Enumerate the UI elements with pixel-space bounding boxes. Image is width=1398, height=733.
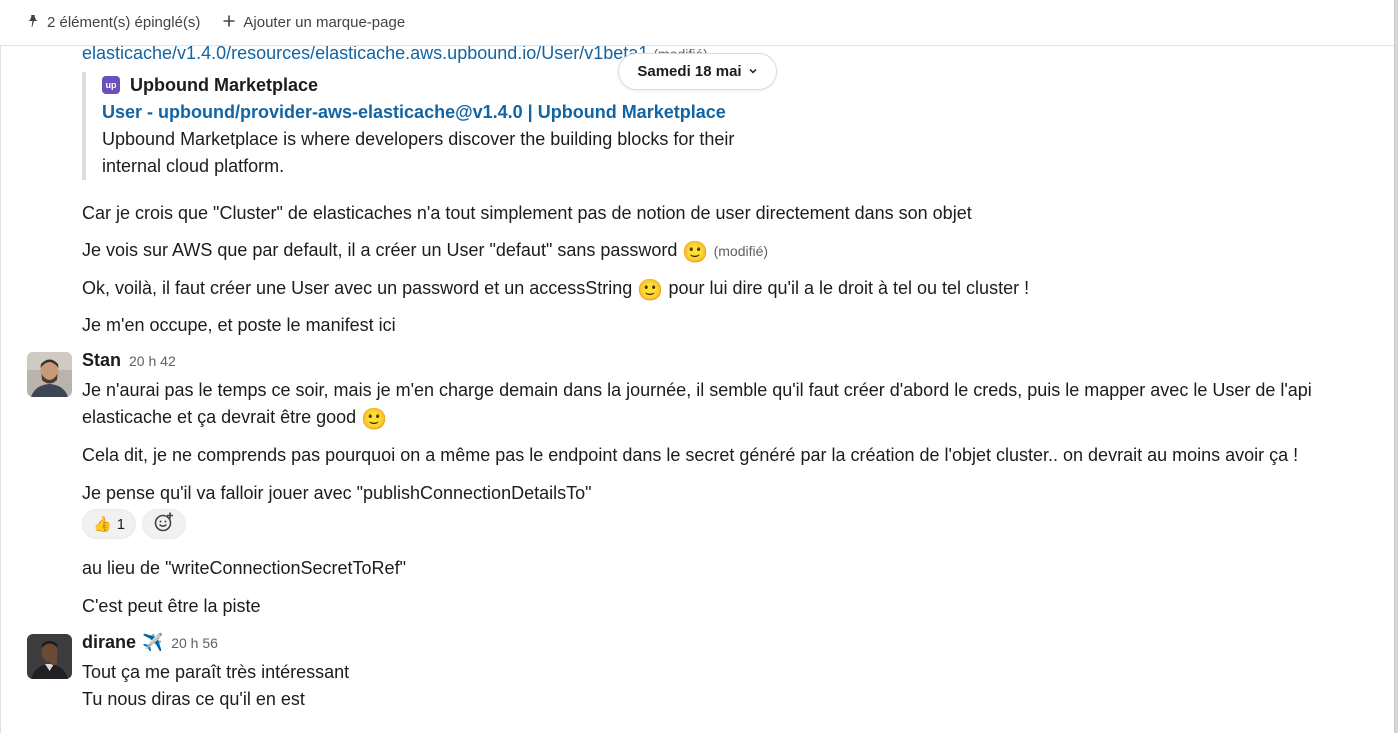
smile-emoji-icon: 🙂 <box>637 279 664 302</box>
message-line: Ok, voilà, il faut créer une User avec u… <box>82 275 1364 304</box>
message-header: dirane ✈️ 20 h 56 <box>82 632 218 653</box>
date-label: Samedi 18 mai <box>637 63 742 80</box>
message-timestamp[interactable]: 20 h 42 <box>129 353 176 369</box>
author-name[interactable]: dirane <box>82 632 136 653</box>
reactions-bar: 👍 1 <box>82 509 187 539</box>
message-line: Je pense qu'il va falloir jouer avec "pu… <box>82 483 592 503</box>
reaction-count: 1 <box>116 515 126 533</box>
message-line: Je vois sur AWS que par default, il a cr… <box>82 237 1364 266</box>
message-list: Samedi 18 mai elasticache/v1.4.0/resourc… <box>0 46 1394 733</box>
message-line: Je n'aurai pas le temps ce soir, mais je… <box>82 380 1312 400</box>
message-line: Car je crois que "Cluster" de elasticach… <box>82 203 972 223</box>
upbound-logo-icon: up <box>102 76 120 94</box>
message-link[interactable]: elasticache/v1.4.0/resources/elasticache… <box>82 46 708 67</box>
slack-channel-view: 2 élément(s) épinglé(s) Ajouter un marqu… <box>0 0 1398 733</box>
message-text: elasticache et ça devrait être good <box>82 407 357 427</box>
pinned-items-label: 2 élément(s) épinglé(s) <box>47 14 201 31</box>
avatar[interactable] <box>27 352 72 397</box>
link-text[interactable]: elasticache/v1.4.0/resources/elasticache… <box>82 46 648 63</box>
message-line: elasticache et ça devrait être good 🙂 <box>82 404 1364 433</box>
scrollbar[interactable] <box>1394 0 1398 733</box>
link-preview-site: Upbound Marketplace <box>130 74 319 95</box>
bookmark-bar: 2 élément(s) épinglé(s) Ajouter un marqu… <box>0 0 1394 46</box>
add-reaction-button[interactable] <box>142 509 187 539</box>
add-bookmark-button[interactable]: Ajouter un marque-page <box>222 14 405 32</box>
message-text: Ok, voilà, il faut créer une User avec u… <box>82 278 633 298</box>
smile-emoji-icon: 🙂 <box>361 408 388 431</box>
message-line: Je m'en occupe, et poste le manifest ici <box>82 315 396 335</box>
add-bookmark-label: Ajouter un marque-page <box>243 14 406 31</box>
message-line: Tout ça me paraît très intéressant <box>82 662 350 682</box>
message-line: Tu nous diras ce qu'il en est <box>82 689 305 709</box>
thumbs-up-icon: 👍 <box>93 516 112 533</box>
message-text: pour lui dire qu'il a le droit à tel ou … <box>668 278 1030 298</box>
message-header: Stan 20 h 42 <box>82 350 176 371</box>
add-emoji-icon <box>153 511 175 537</box>
reaction-thumbs-up[interactable]: 👍 1 <box>82 509 137 539</box>
message-timestamp[interactable]: 20 h 56 <box>171 635 218 651</box>
smile-emoji-icon: 🙂 <box>682 241 709 264</box>
author-name[interactable]: Stan <box>82 350 121 371</box>
pin-icon <box>26 14 40 32</box>
message-line: Cela dit, je ne comprends pas pourquoi o… <box>82 445 1299 465</box>
link-preview-title[interactable]: User - upbound/provider-aws-elasticache@… <box>102 98 782 126</box>
pinned-items-button[interactable]: 2 élément(s) épinglé(s) <box>26 14 200 32</box>
edited-label: (modifié) <box>713 243 769 259</box>
message-line: au lieu de "writeConnectionSecretToRef" <box>82 558 406 578</box>
link-preview-description: Upbound Marketplace is where developers … <box>102 129 735 176</box>
airplane-status-icon[interactable]: ✈️ <box>142 633 163 653</box>
avatar[interactable] <box>27 634 72 679</box>
date-divider-button[interactable]: Samedi 18 mai <box>618 53 777 90</box>
chevron-down-icon <box>748 63 758 80</box>
message-text: Je vois sur AWS que par default, il a cr… <box>82 240 678 260</box>
plus-icon <box>222 14 236 32</box>
message-line: C'est peut être la piste <box>82 596 261 616</box>
